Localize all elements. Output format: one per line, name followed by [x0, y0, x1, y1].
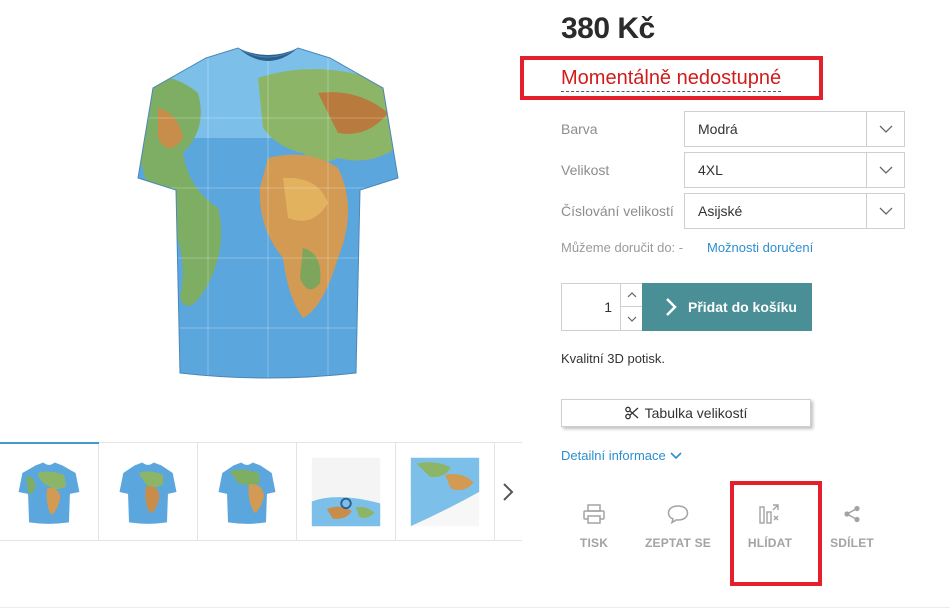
product-main-image[interactable] — [88, 18, 448, 418]
size-table-label: Tabulka velikostí — [644, 405, 748, 421]
size-numbering-label: Číslování velikostí — [561, 203, 674, 219]
thumbnail-5[interactable] — [396, 443, 495, 541]
share-label: SDÍLET — [830, 536, 874, 550]
thumbnail-next-arrow-icon[interactable] — [495, 443, 521, 541]
chevron-down-icon — [866, 153, 904, 187]
quantity-value[interactable]: 1 — [604, 299, 612, 315]
share-icon — [844, 505, 860, 523]
thumbnail-4[interactable] — [297, 443, 396, 541]
thumbnail-3[interactable] — [198, 443, 297, 541]
color-label: Barva — [561, 121, 598, 137]
color-select-value: Modrá — [698, 121, 738, 137]
speech-bubble-icon — [667, 505, 689, 524]
size-table-button[interactable]: Tabulka velikostí — [561, 399, 811, 427]
thumbnail-strip — [0, 442, 522, 541]
thumbnail-1[interactable] — [0, 442, 99, 541]
product-short-description: Kvalitní 3D potisk. — [561, 351, 666, 366]
print-label: TISK — [579, 536, 609, 550]
product-price: 380 Kč — [561, 12, 655, 45]
chevron-right-icon — [666, 298, 677, 316]
add-to-cart-button[interactable]: Přidat do košíku — [642, 283, 812, 331]
size-numbering-select[interactable]: Asijské — [684, 193, 905, 229]
color-select[interactable]: Modrá — [684, 111, 905, 147]
size-select-value: 4XL — [698, 162, 723, 178]
watch-highlight-box — [730, 481, 822, 586]
thumbnail-2[interactable] — [99, 443, 198, 541]
delivery-options-link[interactable]: Možnosti doručení — [707, 240, 813, 255]
page-divider — [0, 607, 950, 608]
share-button[interactable]: SDÍLET — [812, 500, 892, 550]
quantity-increase-icon[interactable] — [621, 284, 642, 307]
chevron-down-icon — [670, 451, 682, 459]
detail-info-label: Detailní informace — [561, 448, 666, 463]
ask-question-label: ZEPTAT SE — [644, 536, 712, 550]
detail-info-link[interactable]: Detailní informace — [561, 448, 682, 463]
printer-icon — [583, 504, 605, 524]
chevron-down-icon — [866, 112, 904, 146]
size-numbering-select-value: Asijské — [698, 203, 743, 219]
size-label: Velikost — [561, 162, 610, 178]
ask-question-button[interactable]: ZEPTAT SE — [638, 500, 718, 550]
add-to-cart-label: Přidat do košíku — [688, 299, 797, 315]
size-select[interactable]: 4XL — [684, 152, 905, 188]
delivery-label: Můžeme doručit do: - — [561, 240, 684, 255]
quantity-stepper-controls — [620, 284, 642, 330]
scissors-icon — [624, 406, 639, 420]
quantity-decrease-icon[interactable] — [621, 307, 642, 330]
print-button[interactable]: TISK — [554, 500, 634, 550]
product-actions: TISK ZEPTAT SE HLÍDAT SDÍLET — [560, 500, 890, 560]
quantity-stepper[interactable]: 1 — [561, 283, 643, 331]
availability-status[interactable]: Momentálně nedostupné — [561, 66, 782, 92]
chevron-down-icon — [866, 194, 904, 228]
